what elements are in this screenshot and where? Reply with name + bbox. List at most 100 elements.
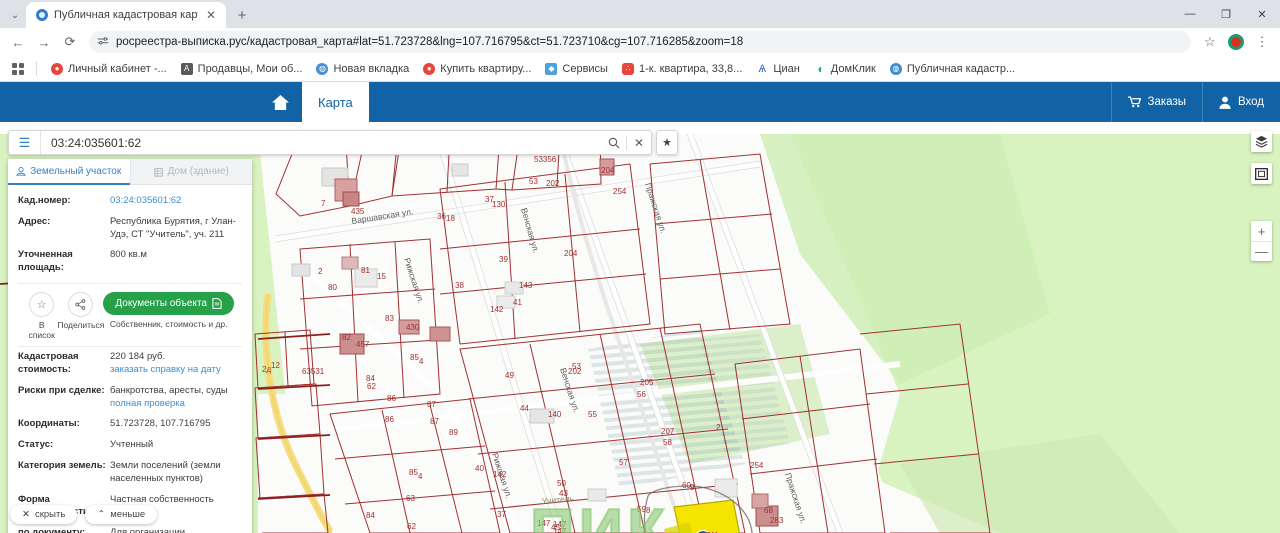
row-label: Категория земель: — [18, 459, 106, 471]
info-row-permitted-use: по документу: Для организации коллективн… — [18, 523, 242, 533]
add-to-list-button[interactable]: ☆ В список — [26, 292, 57, 340]
star-outline-icon: ☆ — [29, 292, 55, 318]
documents-label: Документы объекта — [115, 298, 207, 310]
object-info-panel: Земельный участок Дом (здание) Кад.номер… — [8, 159, 252, 533]
bookmark-item[interactable]: Ѧ Циан — [750, 61, 805, 77]
cadastral-value-amount: 220 184 руб. — [110, 351, 166, 363]
bookmark-label: ДомКлик — [830, 62, 876, 75]
share-label: Поделиться — [57, 320, 105, 331]
tab-land-plot[interactable]: Земельный участок — [8, 159, 130, 185]
tab-building-label: Дом (здание) — [167, 166, 229, 177]
panel-bottom-buttons: ✕ скрыть ⌃ меньше — [10, 505, 158, 524]
cian-icon: Ѧ — [758, 62, 766, 75]
info-row-address: Адрес: Республика Бурятия, г Улан-Удэ, С… — [18, 212, 242, 246]
documents-action: Документы объекта Собственник, стоимость… — [103, 292, 234, 329]
full-check-link[interactable]: полная проверка — [110, 398, 242, 411]
bookmark-label: Продавцы, Мои об... — [197, 62, 303, 75]
row-label: Координаты: — [18, 418, 80, 430]
info-row-cadastral-value: Кадастровая стоимость: 220 184 руб. зака… — [18, 347, 242, 381]
bookmark-item[interactable]: ◍ Публичная кадастр... — [884, 61, 1021, 77]
row-label: Статус: — [18, 439, 54, 451]
zoom-in-button[interactable]: + — [1251, 221, 1272, 241]
browser-menu-icon[interactable]: ⋮ — [1250, 30, 1274, 54]
close-icon: ✕ — [22, 509, 30, 520]
order-certificate-link[interactable]: заказать справку на дату — [110, 364, 242, 377]
share-button[interactable]: Поделиться — [57, 292, 105, 331]
coordinates-value: 51.723728, 107.716795 — [110, 418, 211, 430]
chevron-up-icon: ⌃ — [97, 509, 106, 520]
bookmark-item[interactable]: A Продавцы, Мои об... — [175, 61, 309, 77]
building-icon — [154, 167, 163, 177]
bookmark-item[interactable]: ◍ Новая вкладка — [310, 61, 415, 77]
reload-icon[interactable]: ⟳ — [58, 30, 82, 54]
tab-building[interactable]: Дом (здание) — [129, 159, 252, 185]
forward-icon[interactable]: → — [32, 30, 56, 54]
panel-tabs: Земельный участок Дом (здание) — [8, 159, 252, 185]
login-button[interactable]: Вход — [1201, 82, 1280, 122]
row-label: по документу: — [18, 527, 86, 533]
cart-icon — [1127, 96, 1141, 108]
layers-button[interactable] — [1251, 131, 1272, 152]
bookmark-item[interactable]: ◆ Сервисы — [539, 61, 614, 77]
browser-tab[interactable]: Публичная кадастровая карта ✕ — [26, 2, 226, 28]
close-icon[interactable]: ✕ — [204, 8, 218, 22]
cadastral-value: 220 184 руб. заказать справку на дату — [110, 351, 242, 377]
orders-button[interactable]: Заказы — [1110, 82, 1202, 122]
shield-icon: ◆ — [545, 62, 558, 75]
clear-search-icon[interactable]: ✕ — [627, 131, 651, 154]
home-icon[interactable] — [258, 82, 302, 122]
layers-icon — [1255, 135, 1268, 148]
snapshot-button[interactable] — [1251, 163, 1272, 184]
bookmark-item[interactable]: ◖ ДомКлик — [808, 61, 882, 77]
bookmark-item[interactable]: ● Личный кабинет -... — [45, 61, 173, 77]
new-tab-button[interactable]: + — [230, 3, 254, 27]
tab-search-icon[interactable]: ⌄ — [4, 2, 26, 28]
zoom-out-button[interactable]: — — [1251, 241, 1272, 261]
info-row-status: Статус: Учтенный — [18, 435, 242, 456]
tab-map[interactable]: Карта — [302, 82, 369, 122]
header-spacer — [0, 82, 258, 122]
address-bar[interactable]: росреестра-выписка.рус/кадастровая_карта… — [89, 31, 1191, 53]
apps-grid-icon[interactable] — [8, 59, 28, 79]
row-label: Кад.номер: — [18, 195, 71, 206]
collapse-panel-button[interactable]: ⌃ меньше — [85, 505, 158, 524]
search-icon[interactable] — [602, 131, 626, 154]
menu-icon[interactable]: ☰ — [9, 131, 41, 154]
panel-actions: ☆ В список Поделиться Документы объекта … — [18, 283, 242, 348]
back-icon[interactable]: ← — [6, 30, 30, 54]
bookmark-label: Купить квартиру... — [440, 62, 532, 75]
collapse-label: меньше — [110, 509, 146, 520]
bookmark-star-icon[interactable]: ☆ — [1198, 30, 1222, 54]
tune-icon — [97, 37, 109, 45]
documents-subtitle: Собственник, стоимость и др. — [109, 319, 228, 330]
address-bar-url: росреестра-выписка.рус/кадастровая_карта… — [116, 36, 744, 48]
hide-panel-button[interactable]: ✕ скрыть — [10, 505, 78, 524]
globe-blue-icon: ◍ — [316, 62, 329, 75]
risks-text: банкротства, аресты, суды — [110, 384, 228, 396]
land-plot-icon — [16, 166, 27, 176]
bookmark-label: 1-к. квартира, 33,8... — [638, 62, 743, 75]
cadastral-number-value[interactable]: 03:24:035601:62 — [110, 195, 242, 208]
window-close-icon[interactable]: ✕ — [1244, 0, 1280, 28]
document-icon — [212, 298, 222, 309]
row-label: Уточненная площадь: — [18, 249, 73, 274]
bookmark-item[interactable]: ● Купить квартиру... — [417, 61, 537, 77]
permitted-use-value: Для организации коллективного садоводств… — [110, 527, 186, 533]
search-bar[interactable]: ☰ 03:24:035601:62 ✕ — [8, 130, 652, 155]
snapshot-icon — [1255, 167, 1268, 180]
maximize-icon[interactable]: ❐ — [1208, 0, 1244, 28]
add-to-list-label: В список — [28, 320, 55, 341]
profile-avatar[interactable] — [1228, 34, 1244, 50]
user-icon — [1219, 96, 1231, 109]
panel-body: Кад.номер: 03:24:035601:62 Адрес: Респуб… — [8, 185, 252, 533]
divider — [36, 61, 37, 76]
favorite-button[interactable]: ★ — [656, 130, 678, 155]
documents-button[interactable]: Документы объекта — [103, 292, 234, 316]
home-glyph — [271, 94, 289, 110]
share-glyph — [75, 299, 86, 310]
risks-value: банкротства, аресты, суды полная проверк… — [110, 385, 242, 411]
bookmark-item[interactable]: ∴ 1-к. квартира, 33,8... — [616, 61, 748, 77]
bookmark-label: Сервисы — [562, 62, 608, 75]
search-input[interactable]: 03:24:035601:62 — [41, 136, 602, 150]
minimize-icon[interactable]: — — [1172, 0, 1208, 28]
